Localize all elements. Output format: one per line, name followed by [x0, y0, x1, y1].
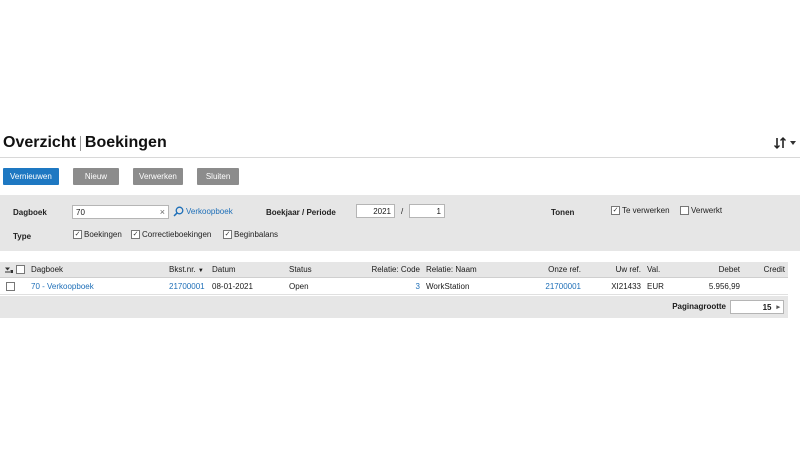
title-bar: Overzicht Boekingen	[0, 130, 800, 158]
journal-label: Dagboek	[13, 208, 47, 217]
row-entry-no-link[interactable]: 21700001	[169, 282, 205, 291]
filter-panel: Dagboek 70 × Verkoopboek Boekjaar / Peri…	[0, 195, 800, 251]
type-corrections-box[interactable]: ✓	[131, 230, 140, 239]
col-date[interactable]: Datum	[212, 265, 236, 274]
row-date: 08-01-2021	[212, 282, 253, 291]
type-entries-label: Boekingen	[84, 230, 122, 239]
type-opening-balance-label: Beginbalans	[234, 230, 279, 239]
type-entries-checkbox[interactable]: ✓ Boekingen	[73, 230, 122, 239]
processed-box[interactable]	[680, 206, 689, 215]
type-opening-balance-box[interactable]: ✓	[223, 230, 232, 239]
processed-checkbox[interactable]: Verwerkt	[680, 206, 722, 215]
table-footer: Paginagrootte 15 ▸	[0, 296, 788, 318]
journal-lookup-link[interactable]: Verkoopboek	[186, 207, 233, 216]
clear-icon[interactable]: ×	[160, 207, 165, 217]
chevron-right-icon[interactable]: ▸	[776, 303, 780, 311]
sort-desc-icon: ▼	[197, 268, 204, 274]
col-entry-no-label: Bkst.nr.	[169, 265, 196, 274]
year-input-value: 2021	[373, 206, 391, 216]
page-title-overview: Overzicht	[3, 134, 76, 151]
col-entry-no[interactable]: Bkst.nr. ▼	[169, 265, 204, 274]
row-debit: 5.956,99	[708, 282, 740, 291]
sort-menu-icon[interactable]	[774, 137, 796, 149]
col-your-ref[interactable]: Uw ref.	[590, 265, 641, 274]
type-entries-box[interactable]: ✓	[73, 230, 82, 239]
type-corrections-label: Correctieboekingen	[142, 230, 212, 239]
col-status[interactable]: Status	[289, 265, 312, 274]
journal-input[interactable]: 70 ×	[72, 205, 169, 219]
table-header: Dagboek Bkst.nr. ▼ Datum Status Relatie:…	[0, 262, 788, 278]
close-button[interactable]: Sluiten	[196, 168, 240, 185]
table-row[interactable]: 70 - Verkoopboek 21700001 08-01-2021 Ope…	[0, 279, 788, 295]
column-settings-icon[interactable]	[5, 266, 13, 274]
col-credit[interactable]: Credit	[750, 265, 785, 274]
show-label: Tonen	[551, 208, 575, 217]
select-all-checkbox[interactable]	[16, 265, 25, 274]
col-relation-name[interactable]: Relatie: Naam	[426, 265, 477, 274]
row-your-ref: XI21433	[611, 282, 641, 291]
title-divider	[79, 135, 81, 151]
period-separator: /	[401, 207, 404, 216]
to-process-checkbox[interactable]: ✓ Te verwerken	[611, 206, 670, 215]
refresh-button[interactable]: Vernieuwen	[3, 168, 59, 185]
page-size-value: 15	[762, 302, 772, 312]
row-relation-name: WorkStation	[426, 282, 470, 291]
page-title: Overzicht Boekingen	[3, 134, 167, 152]
search-icon[interactable]	[173, 206, 184, 217]
period-input[interactable]: 1	[409, 204, 445, 218]
period-input-value: 1	[436, 206, 441, 216]
to-process-label: Te verwerken	[622, 206, 670, 215]
processed-label: Verwerkt	[691, 206, 723, 215]
year-period-label: Boekjaar / Periode	[266, 208, 336, 217]
col-journal[interactable]: Dagboek	[31, 265, 63, 274]
type-corrections-checkbox[interactable]: ✓ Correctieboekingen	[131, 230, 211, 239]
row-status: Open	[289, 282, 309, 291]
row-relation-code-link[interactable]: 3	[350, 282, 420, 291]
row-currency: EUR	[647, 282, 664, 291]
row-journal-link[interactable]: 70 - Verkoopboek	[31, 282, 94, 291]
row-checkbox[interactable]	[6, 282, 15, 291]
col-relation-code[interactable]: Relatie: Code	[350, 265, 420, 274]
col-currency[interactable]: Val.	[647, 265, 660, 274]
chevron-down-icon	[790, 141, 796, 145]
new-button[interactable]: Nieuw	[72, 168, 120, 185]
year-input[interactable]: 2021	[356, 204, 395, 218]
sort-icon	[774, 137, 786, 149]
row-our-ref-link[interactable]: 21700001	[530, 282, 581, 291]
col-debit[interactable]: Debet	[690, 265, 740, 274]
toolbar: Vernieuwen Nieuw Verwerken Sluiten	[3, 168, 240, 185]
page-title-entries: Boekingen	[84, 134, 167, 151]
page-size-select[interactable]: 15 ▸	[730, 300, 784, 314]
process-button[interactable]: Verwerken	[133, 168, 183, 185]
col-our-ref[interactable]: Onze ref.	[530, 265, 581, 274]
page-size-label: Paginagrootte	[672, 302, 726, 311]
journal-input-value: 70	[76, 207, 85, 217]
to-process-box[interactable]: ✓	[611, 206, 620, 215]
type-label: Type	[13, 232, 32, 241]
type-opening-balance-checkbox[interactable]: ✓ Beginbalans	[223, 230, 278, 239]
